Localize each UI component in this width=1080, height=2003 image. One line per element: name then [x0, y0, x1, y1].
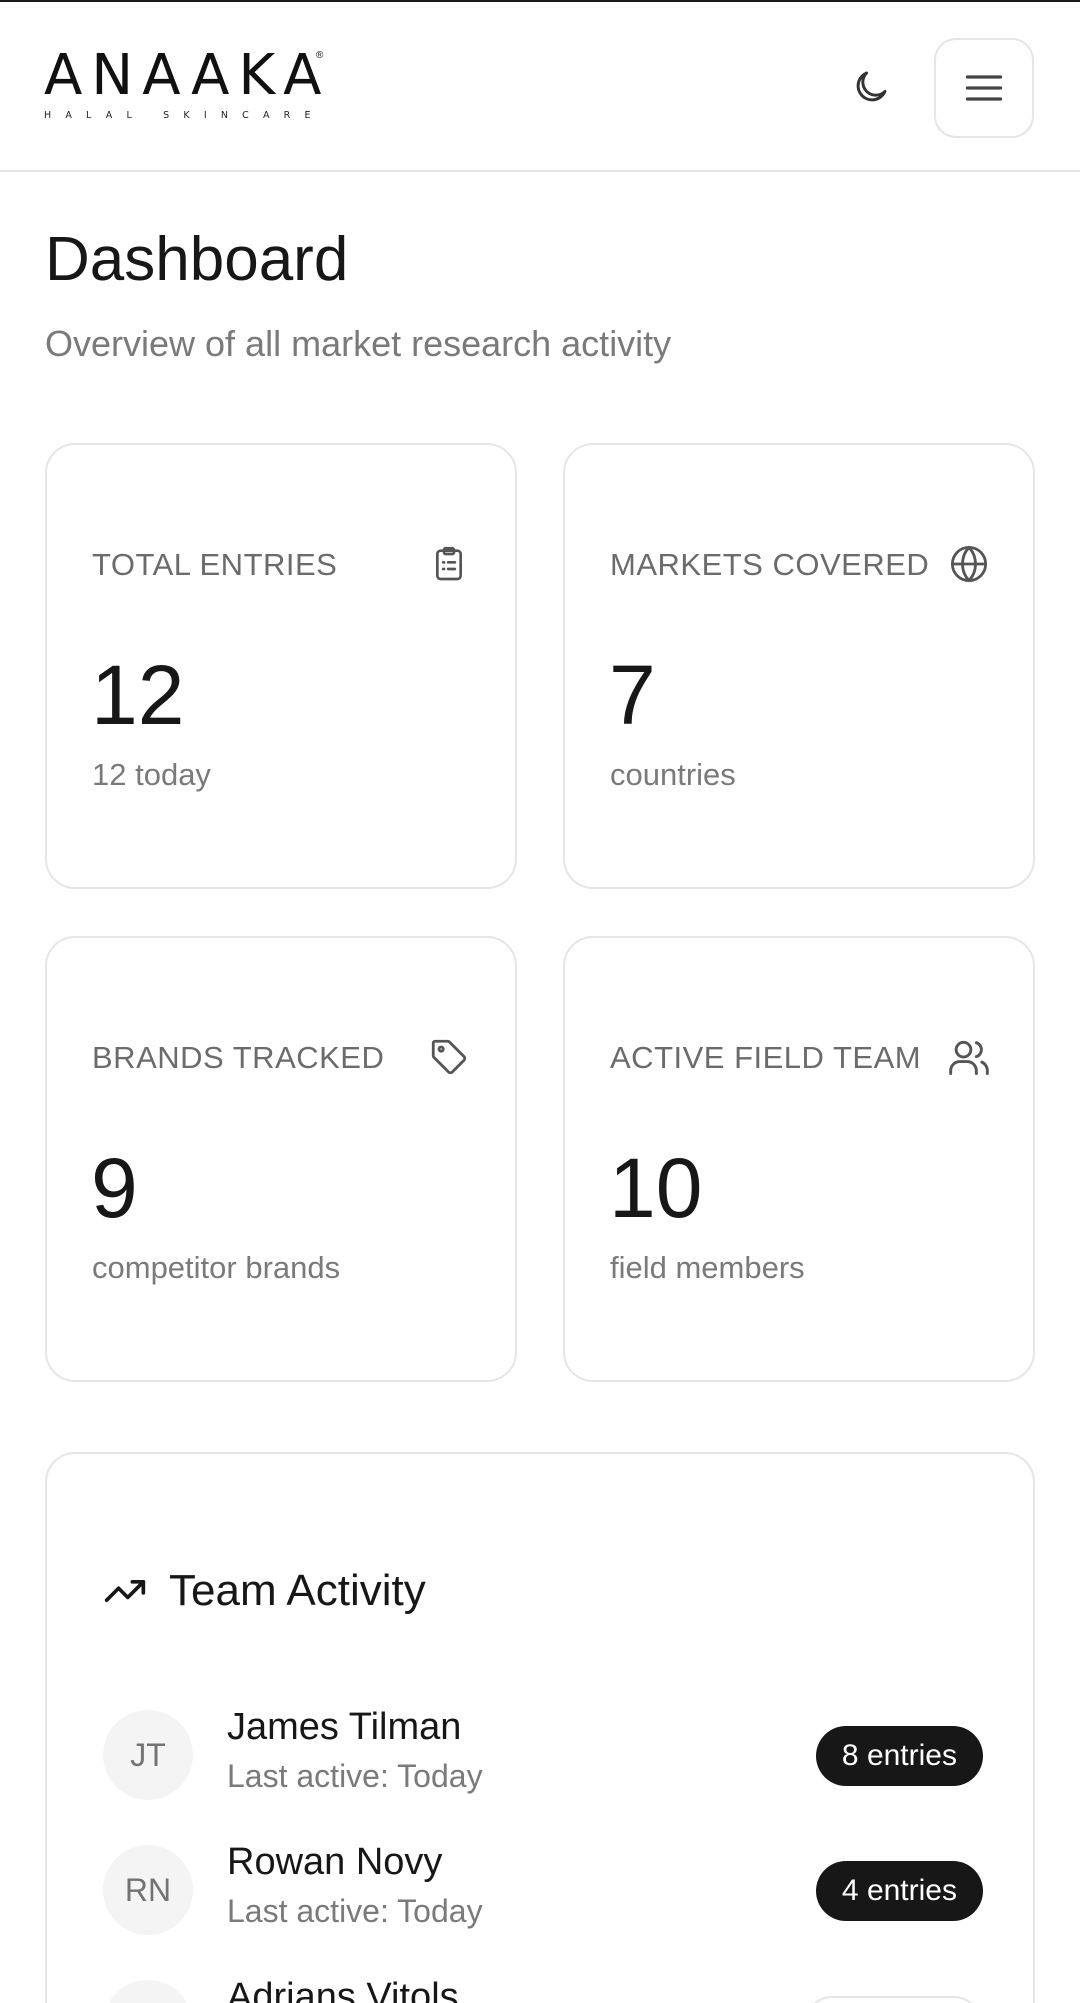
member-name: James Tilman [227, 1706, 462, 1748]
stat-label: BRANDS TRACKED [92, 1040, 385, 1075]
trending-up-icon [104, 1580, 146, 1602]
stat-label: ACTIVE FIELD TEAM [610, 1040, 922, 1075]
avatar: JT [103, 1710, 193, 1800]
brand-logo[interactable]: ANAAKA ® HALAL SKINCARE [44, 48, 334, 128]
stat-subtext: competitor brands [92, 1250, 341, 1285]
entries-badge: 8 entries [815, 1726, 983, 1786]
avatar: AV [103, 1980, 193, 2003]
stat-card-total-entries: TOTAL ENTRIES 12 12 today [45, 443, 517, 889]
page-title: Dashboard [45, 225, 349, 294]
team-member-row[interactable]: AV Adrians Vitols [103, 1974, 983, 2003]
app-header: ANAAKA ® HALAL SKINCARE [0, 0, 1080, 172]
globe-icon [946, 541, 992, 587]
team-activity-title: Team Activity [169, 1566, 426, 1615]
page-subtitle: Overview of all market research activity [45, 323, 672, 364]
stat-value: 10 [609, 1141, 703, 1235]
brand-name: ANAAKA [44, 43, 331, 108]
member-name: Adrians Vitols [227, 1976, 459, 2003]
team-activity-card: Team Activity JT James Tilman Last activ… [45, 1452, 1035, 2003]
stat-card-brands-tracked: BRANDS TRACKED 9 competitor brands [45, 936, 517, 1382]
theme-toggle-button[interactable] [848, 64, 894, 110]
stat-card-active-field-team: ACTIVE FIELD TEAM 10 field members [563, 936, 1035, 1382]
brand-tagline: HALAL SKINCARE [44, 110, 325, 121]
stat-card-markets-covered: MARKETS COVERED 7 countries [563, 443, 1035, 889]
stat-value: 9 [91, 1141, 138, 1235]
tag-icon [426, 1034, 472, 1080]
hamburger-menu-icon [965, 75, 1003, 101]
stat-value: 7 [609, 648, 656, 742]
stat-subtext: field members [610, 1250, 805, 1285]
stat-value: 12 [91, 648, 185, 742]
team-member-row[interactable]: JT James Tilman Last active: Today 8 ent… [103, 1704, 983, 1804]
avatar: RN [103, 1845, 193, 1935]
entries-badge [803, 1996, 983, 2003]
member-name: Rowan Novy [227, 1841, 443, 1883]
registered-mark: ® [316, 50, 324, 61]
team-activity-header: Team Activity [103, 1564, 426, 1618]
entries-badge: 4 entries [815, 1861, 983, 1921]
stat-label: TOTAL ENTRIES [92, 547, 338, 582]
stat-subtext: countries [610, 757, 736, 792]
team-member-row[interactable]: RN Rowan Novy Last active: Today 4 entri… [103, 1839, 983, 1939]
users-icon [946, 1034, 992, 1080]
member-last-active: Last active: Today [227, 1758, 483, 1794]
clipboard-icon [426, 541, 472, 587]
menu-button[interactable] [934, 38, 1034, 138]
stat-label: MARKETS COVERED [610, 547, 930, 582]
member-last-active: Last active: Today [227, 1893, 483, 1929]
stat-subtext: 12 today [92, 757, 211, 792]
moon-icon [856, 71, 887, 102]
